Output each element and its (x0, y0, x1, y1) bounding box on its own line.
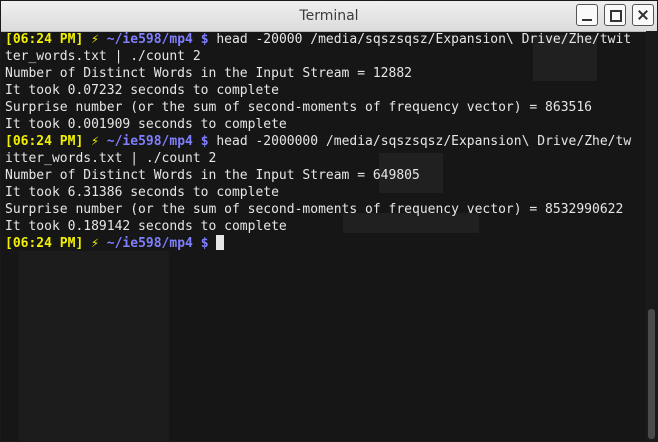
command-text: head -20000 /media/sqszsqsz/Expansion\ D… (216, 32, 632, 47)
terminal-output[interactable]: [06:24 PM] ⚡ ~/ie598/mp4 $ head -20000 /… (5, 31, 645, 439)
command-text: head -2000000 /media/sqszsqsz/Expansion\… (216, 134, 632, 149)
terminal-window: Terminal [06:24 PM] ⚡ ~/ie598/mp4 $ head… (0, 0, 658, 442)
output-line: It took 0.07232 seconds to complete (5, 83, 279, 98)
prompt-symbol: $ (200, 32, 209, 47)
prompt-line: [06:24 PM] ⚡ ~/ie598/mp4 $ (5, 235, 645, 252)
output-line: Number of Distinct Words in the Input St… (5, 66, 412, 81)
prompt-time: [06:24 PM] (5, 134, 84, 149)
output-line: Number of Distinct Words in the Input St… (5, 168, 420, 183)
prompt-line: [06:24 PM] ⚡ ~/ie598/mp4 $ head -20000 /… (5, 31, 645, 48)
prompt-time: [06:24 PM] (5, 236, 84, 251)
output-line: Surprise number (or the sum of second-mo… (5, 202, 624, 217)
bolt-icon: ⚡ (91, 32, 99, 47)
scrollbar-thumb[interactable] (648, 309, 655, 439)
window-title: Terminal (299, 8, 359, 24)
output-line: It took 6.31386 seconds to complete (5, 185, 279, 200)
title-bar[interactable]: Terminal (1, 1, 657, 32)
bolt-icon: ⚡ (91, 236, 99, 251)
cursor (216, 235, 225, 250)
close-icon[interactable] (632, 4, 654, 26)
prompt-symbol: $ (200, 134, 209, 149)
output-line: Surprise number (or the sum of second-mo… (5, 100, 592, 115)
prompt-line: [06:24 PM] ⚡ ~/ie598/mp4 $ head -2000000… (5, 133, 645, 150)
prompt-path: ~/ie598/mp4 (106, 32, 193, 47)
output-line: It took 0.001909 seconds to complete (5, 117, 287, 132)
prompt-path: ~/ie598/mp4 (106, 134, 193, 149)
prompt-time: [06:24 PM] (5, 32, 84, 47)
prompt-symbol: $ (200, 236, 209, 251)
output-line: ter_words.txt | ./count 2 (5, 49, 201, 64)
scrollbar[interactable] (646, 31, 657, 441)
output-line: itter_words.txt | ./count 2 (5, 151, 217, 166)
bolt-icon: ⚡ (91, 134, 99, 149)
prompt-path: ~/ie598/mp4 (106, 236, 193, 251)
output-line: It took 0.189142 seconds to complete (5, 219, 287, 234)
minimize-icon[interactable] (576, 4, 598, 26)
maximize-icon[interactable] (604, 4, 626, 26)
